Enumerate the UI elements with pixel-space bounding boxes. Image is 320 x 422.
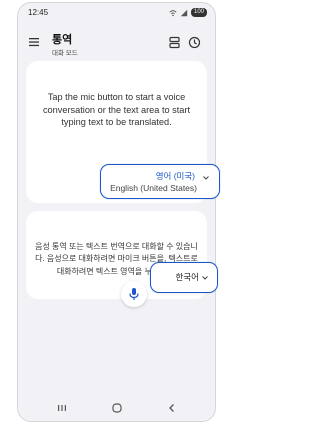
status-bar: 12:45 100 — [18, 3, 215, 23]
chevron-down-icon — [203, 176, 209, 180]
battery-icon: 100 — [190, 8, 207, 17]
system-nav-bar — [18, 397, 215, 419]
chevron-down-icon — [202, 276, 208, 280]
app-bar: 통역 대화 모드 — [18, 25, 215, 59]
mic-button[interactable] — [121, 281, 147, 307]
source-placeholder: Tap the mic button to start a voice conv… — [42, 92, 191, 128]
page-subtitle: 대화 모드 — [52, 50, 78, 57]
target-language-selector[interactable]: 한국어 — [150, 262, 218, 293]
target-language-label: 한국어 — [175, 272, 199, 282]
source-language-primary: 영어 (미국) — [155, 171, 195, 181]
signal-icon — [180, 9, 188, 16]
conversation-layout-icon[interactable] — [168, 36, 181, 49]
history-icon[interactable] — [188, 36, 201, 49]
mic-icon — [129, 288, 139, 300]
status-time: 12:45 — [28, 8, 49, 17]
home-icon[interactable] — [111, 402, 123, 414]
back-icon[interactable] — [166, 402, 178, 414]
source-language-secondary: English (United States) — [110, 183, 197, 193]
menu-icon[interactable] — [28, 36, 40, 48]
recent-apps-icon[interactable] — [56, 402, 68, 414]
wifi-icon — [169, 9, 177, 16]
source-language-selector[interactable]: 영어 (미국) English (United States) — [100, 164, 220, 199]
phone-frame: 12:45 100 통역 대화 모드 Tap the mic button to… — [17, 2, 216, 422]
page-title: 통역 — [52, 34, 73, 46]
status-icons: 100 — [169, 8, 207, 17]
